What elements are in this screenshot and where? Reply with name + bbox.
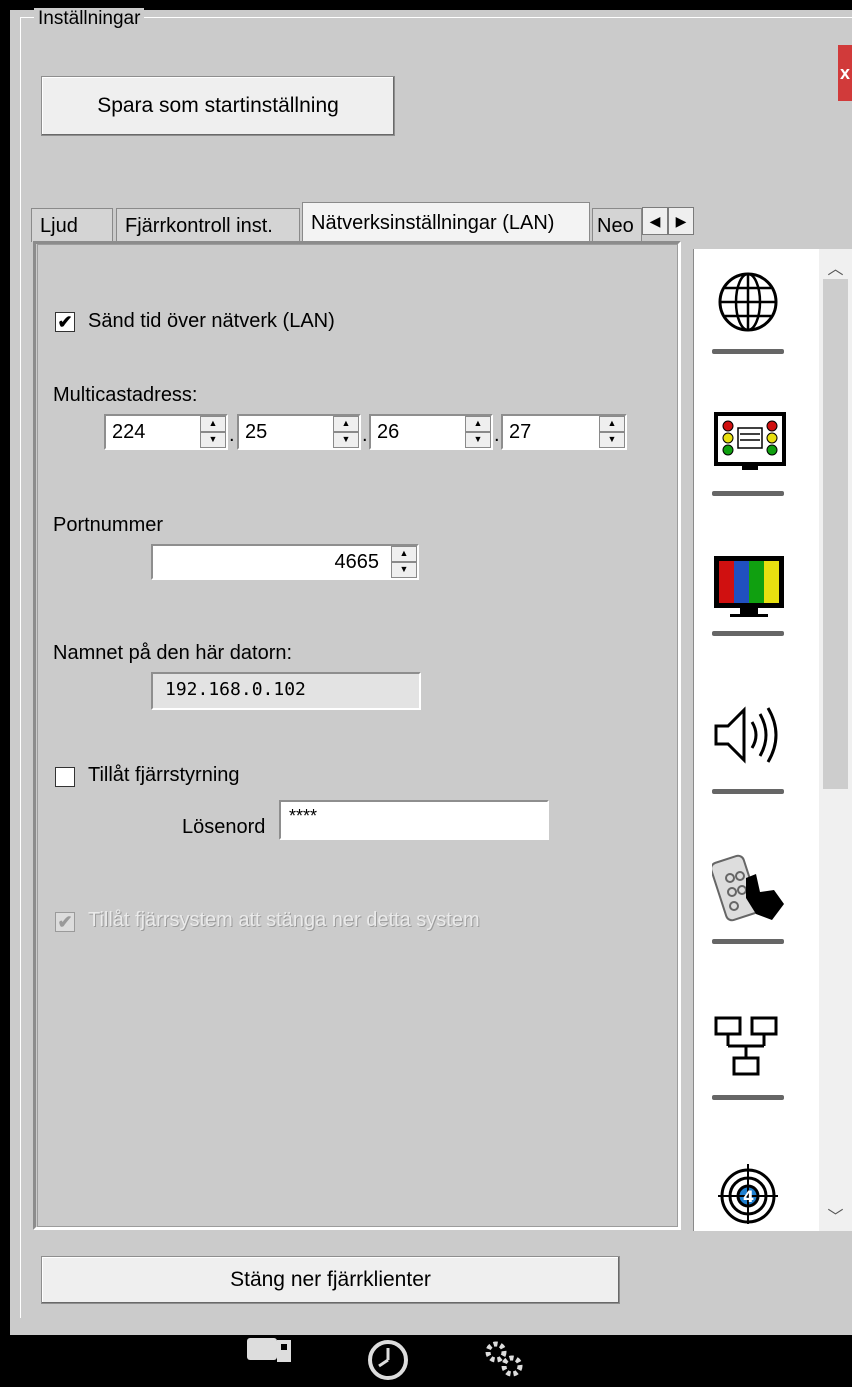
spin-up-icon[interactable]: ▲: [391, 546, 417, 562]
tab-scroll-left-icon[interactable]: ◀: [642, 207, 668, 235]
allow-remote-label: Tillåt fjärrstyrning: [88, 764, 240, 786]
multicast-octet-4-value: 27: [509, 421, 532, 443]
spin-down-icon[interactable]: ▼: [465, 432, 491, 448]
spin-down-icon[interactable]: ▼: [200, 432, 226, 448]
spin-up-icon[interactable]: ▲: [200, 416, 226, 432]
password-field[interactable]: ****: [279, 800, 549, 840]
device-icon[interactable]: [243, 1338, 293, 1378]
tab-remote-control-settings[interactable]: Fjärrkontroll inst.: [116, 208, 300, 242]
port-spinbox[interactable]: 4665 ▲ ▼: [151, 544, 419, 580]
remote-control-hand-icon[interactable]: [710, 848, 802, 944]
spin-down-icon[interactable]: ▼: [599, 432, 625, 448]
allow-shutdown-label: Tillåt fjärrsystem att stänga ner detta …: [88, 909, 480, 931]
port-label: Portnummer: [53, 514, 164, 536]
color-bars-tv-icon[interactable]: [712, 552, 802, 642]
close-button[interactable]: x: [838, 45, 852, 101]
spin-down-icon[interactable]: ▼: [333, 432, 359, 448]
tab-network-settings[interactable]: Nätverksinställningar (LAN): [302, 202, 590, 242]
tab-ljud[interactable]: Ljud: [31, 208, 113, 242]
network-computers-icon[interactable]: [712, 1010, 802, 1100]
multicast-octet-2[interactable]: 25 ▲ ▼: [237, 414, 361, 450]
multicast-separator: .: [494, 424, 500, 446]
multicast-octet-1-value: 224: [112, 421, 146, 443]
tab-scroll-arrows: ◀ ▶: [642, 207, 694, 235]
multicast-octet-3[interactable]: 26 ▲ ▼: [369, 414, 493, 450]
multicast-octet-2-value: 25: [245, 421, 268, 443]
spin-up-icon[interactable]: ▲: [333, 416, 359, 432]
multicast-octet-4[interactable]: 27 ▲ ▼: [501, 414, 627, 450]
multicast-octet-3-value: 26: [377, 421, 400, 443]
scroll-thumb[interactable]: [823, 279, 848, 789]
multicast-separator: .: [362, 424, 368, 446]
clock-icon[interactable]: [363, 1338, 413, 1380]
scroll-up-icon[interactable]: ︿: [819, 255, 852, 279]
spin-up-icon[interactable]: ▲: [599, 416, 625, 432]
computer-name-field: 192.168.0.102: [151, 672, 421, 710]
send-time-label: Sänd tid över nätverk (LAN): [88, 310, 335, 332]
tab-neo[interactable]: Neo: [592, 208, 642, 242]
send-time-checkbox[interactable]: ✔: [55, 312, 75, 332]
group-title: Inställningar: [34, 8, 145, 30]
tab-scroll-right-icon[interactable]: ▶: [668, 207, 694, 235]
spin-down-icon[interactable]: ▼: [391, 562, 417, 578]
svg-text:4: 4: [743, 1187, 754, 1206]
gears-icon[interactable]: [480, 1338, 530, 1378]
traffic-light-display-icon[interactable]: [712, 408, 802, 498]
multicast-octet-1[interactable]: 224 ▲ ▼: [104, 414, 228, 450]
save-start-settings-button[interactable]: Spara som startinställning: [41, 76, 395, 136]
spin-up-icon[interactable]: ▲: [465, 416, 491, 432]
port-value: 4665: [334, 551, 380, 573]
speaker-icon[interactable]: [712, 700, 802, 794]
shutdown-clients-button[interactable]: Stäng ner fjärrklienter: [41, 1256, 620, 1304]
globe-icon[interactable]: [712, 268, 802, 358]
multicast-label: Multicastadress:: [53, 384, 198, 406]
allow-shutdown-checkbox: ✔: [55, 912, 75, 932]
multicast-separator: .: [229, 424, 235, 446]
sidebar-scrollbar[interactable]: ︿ ﹀: [819, 249, 852, 1231]
target-4-icon[interactable]: 4: [712, 1160, 802, 1230]
scroll-down-icon[interactable]: ﹀: [819, 1203, 852, 1227]
password-label: Lösenord: [182, 816, 266, 838]
allow-remote-checkbox[interactable]: [55, 767, 75, 787]
computer-name-label: Namnet på den här datorn:: [53, 642, 293, 664]
